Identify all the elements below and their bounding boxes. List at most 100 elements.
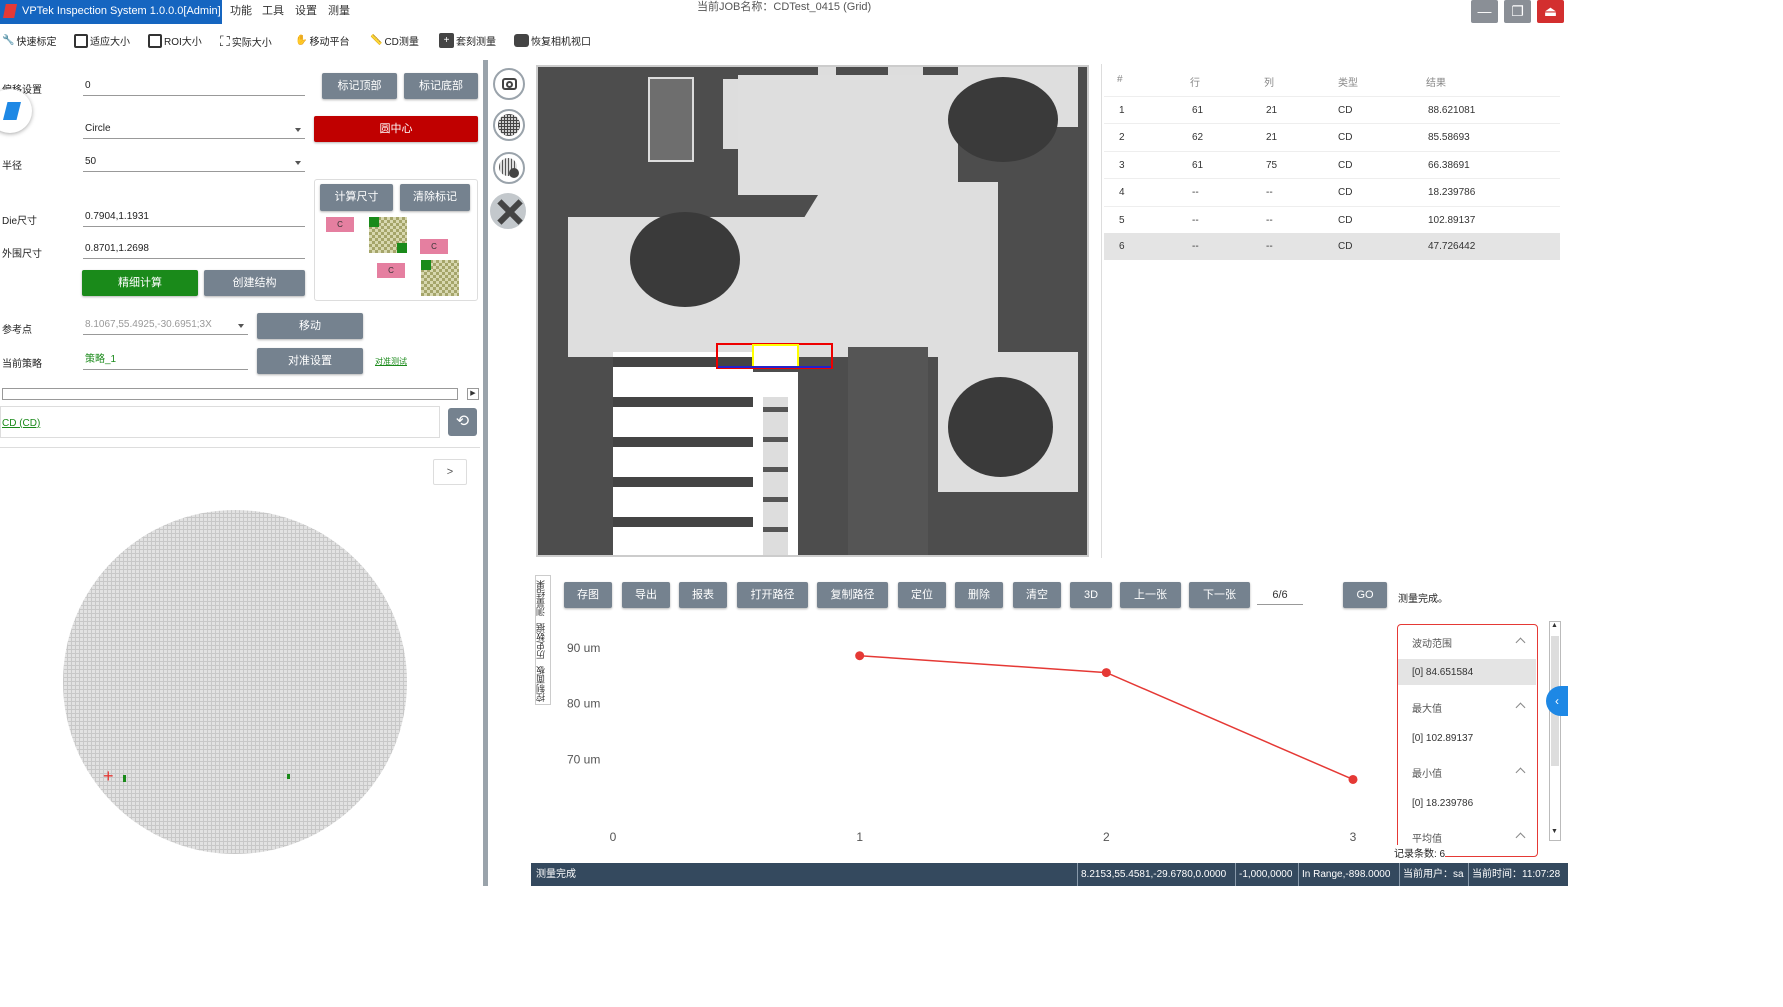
align-settings-button[interactable]: 对准设置	[257, 348, 363, 374]
export-button[interactable]: 导出	[622, 582, 670, 608]
cd-measure-button[interactable]: 📏 CD测量	[370, 33, 419, 48]
move-button[interactable]: 移动	[257, 313, 363, 339]
trend-chart: 90 um 80 um 70 um 0 1 2 3	[567, 641, 1358, 844]
x-tick-label: 0	[610, 830, 617, 844]
cd-measure-link[interactable]: CD (CD)	[2, 418, 40, 429]
minimize-button[interactable]: —	[1471, 0, 1498, 23]
reference-point-select[interactable]: 8.1067,55.4925,-30.6951;3X	[83, 317, 248, 335]
create-structure-button[interactable]: 创建结构	[204, 270, 305, 296]
move-stage-label: 移动平台	[309, 37, 350, 48]
fit-size-button[interactable]: 适应大小	[74, 33, 130, 48]
previous-button[interactable]: 上一张	[1120, 582, 1181, 608]
cell-result: 102.89137	[1428, 215, 1476, 226]
ruler-icon: 📏	[370, 35, 383, 46]
die-marker: C	[377, 263, 405, 278]
scroll-right-arrow-icon[interactable]: ▶	[467, 388, 479, 400]
wafer-map[interactable]	[63, 510, 407, 854]
cell-type: CD	[1338, 215, 1353, 226]
table-row[interactable]: 5 -- -- CD 102.89137	[1104, 206, 1560, 233]
mark-bottom-button[interactable]: 标记底部	[404, 73, 478, 99]
offset-input[interactable]: 0	[83, 78, 305, 96]
clear-marks-button[interactable]: 清除标记	[400, 184, 470, 211]
x-tick-label: 3	[1350, 830, 1357, 844]
circle-center-button[interactable]: 圆中心	[314, 116, 478, 142]
camera-image-view[interactable]	[536, 65, 1089, 557]
wafer-map-panel: > +	[0, 447, 480, 886]
plus-box-icon: +	[439, 33, 454, 48]
measure-list: CD (CD)	[0, 406, 440, 438]
max-header[interactable]: 最大值	[1398, 692, 1536, 720]
page-indicator[interactable]: 6/6	[1257, 589, 1303, 605]
table-header: # 行 列 类型 结果	[1104, 66, 1560, 96]
save-image-button[interactable]: 存图	[564, 582, 612, 608]
tab-history[interactable]: 历史数据	[536, 621, 550, 659]
tab-results[interactable]: 测量结果	[536, 578, 550, 616]
cell-index: 3	[1119, 160, 1125, 171]
view-3d-button[interactable]: 3D	[1070, 582, 1112, 608]
open-path-button[interactable]: 打开路径	[737, 582, 808, 608]
outer-size-input[interactable]: 0.8701,1.2698	[83, 241, 305, 259]
expand-button[interactable]: >	[433, 459, 467, 485]
locate-button[interactable]: 定位	[898, 582, 946, 608]
title-bar: VPTek Inspection System 1.0.0.0[Admin] 功…	[0, 0, 1568, 24]
restore-viewport-button[interactable]: 恢复相机视口	[514, 33, 591, 48]
scroll-down-arrow-icon[interactable]: ▼	[1551, 828, 1558, 835]
refresh-settings-icon[interactable]: ⟲	[448, 408, 477, 436]
actual-size-button[interactable]: ⛶ 实际大小	[220, 33, 272, 50]
table-row[interactable]: 1 61 21 CD 88.621081	[1104, 96, 1560, 123]
status-bar: 测量完成 8.2153,55.4581,-29.6780,0.0000 -1,0…	[531, 863, 1568, 886]
shape-select[interactable]: Circle	[83, 121, 305, 139]
wafer-grid-icon[interactable]	[493, 109, 525, 141]
calc-size-button[interactable]: 计算尺寸	[320, 184, 393, 211]
app-title: VPTek Inspection System 1.0.0.0[Admin]	[0, 0, 222, 24]
min-header[interactable]: 最小值	[1398, 757, 1536, 785]
report-button[interactable]: 报表	[679, 582, 727, 608]
tools-cross-icon[interactable]	[490, 193, 526, 229]
stats-scrollbar[interactable]: ▲ ▼	[1549, 621, 1561, 841]
roi-box[interactable]	[752, 344, 799, 368]
fit-size-label: 适应大小	[90, 37, 130, 48]
data-point	[1348, 774, 1358, 784]
next-button[interactable]: 下一张	[1189, 582, 1250, 608]
menu-tools[interactable]: 工具	[262, 3, 284, 19]
menu-function[interactable]: 功能	[230, 3, 252, 19]
menu-settings[interactable]: 设置	[295, 3, 317, 19]
table-row-selected[interactable]: 6 -- -- CD 47.726442	[1104, 233, 1560, 260]
move-stage-button[interactable]: ✋ 移动平台	[295, 33, 349, 48]
strategy-input[interactable]: 策略_1	[83, 352, 248, 370]
cell-result: 66.38691	[1428, 160, 1470, 171]
left-panel: 偏移设置 0 标记顶部 标记底部 Circle 圆中心 半径 50 计算尺寸 清…	[0, 57, 481, 886]
collapse-panel-icon[interactable]: ‹	[1546, 686, 1568, 716]
horizontal-scrollbar[interactable]	[2, 388, 458, 400]
radius-select[interactable]: 50	[83, 154, 305, 172]
delete-button[interactable]: 删除	[955, 582, 1003, 608]
status-range: In Range,-898.0000	[1298, 863, 1390, 886]
clear-button[interactable]: 清空	[1013, 582, 1061, 608]
y-tick-label: 90 um	[567, 641, 600, 655]
table-row[interactable]: 3 61 75 CD 66.38691	[1104, 151, 1560, 178]
tab-control[interactable]: 控制面板	[536, 664, 550, 702]
go-button[interactable]: GO	[1343, 582, 1387, 608]
exit-button[interactable]: ⏏	[1537, 0, 1564, 23]
copy-path-button[interactable]: 复制路径	[817, 582, 888, 608]
die-size-input[interactable]: 0.7904,1.1931	[83, 209, 305, 227]
menu-measure[interactable]: 测量	[328, 3, 350, 19]
roi-size-button[interactable]: ROI大小	[148, 33, 202, 48]
cell-col: 21	[1266, 105, 1278, 116]
fine-calc-button[interactable]: 精细计算	[82, 270, 198, 296]
mark-top-button[interactable]: 标记顶部	[322, 73, 397, 99]
table-row[interactable]: 2 62 21 CD 85.58693	[1104, 123, 1560, 150]
status-time: 当前时间：11:07:28	[1468, 863, 1560, 886]
table-row[interactable]: 4 -- -- CD 18.239786	[1104, 178, 1560, 205]
range-header[interactable]: 波动范围	[1398, 627, 1536, 655]
overlay-measure-button[interactable]: + 套刻测量	[439, 33, 496, 48]
panel-splitter[interactable]	[483, 60, 488, 886]
camera-icon[interactable]	[493, 68, 525, 100]
align-test-link[interactable]: 对准测试	[375, 356, 407, 367]
wafer-settings-icon[interactable]	[493, 152, 525, 184]
quick-calibrate-button[interactable]: 🔧 快速标定	[2, 33, 56, 48]
cell-col: 75	[1266, 160, 1278, 171]
record-count: 记录条数: 6	[1394, 845, 1446, 860]
scroll-up-arrow-icon[interactable]: ▲	[1551, 622, 1558, 629]
maximize-button[interactable]: ❐	[1504, 0, 1531, 23]
